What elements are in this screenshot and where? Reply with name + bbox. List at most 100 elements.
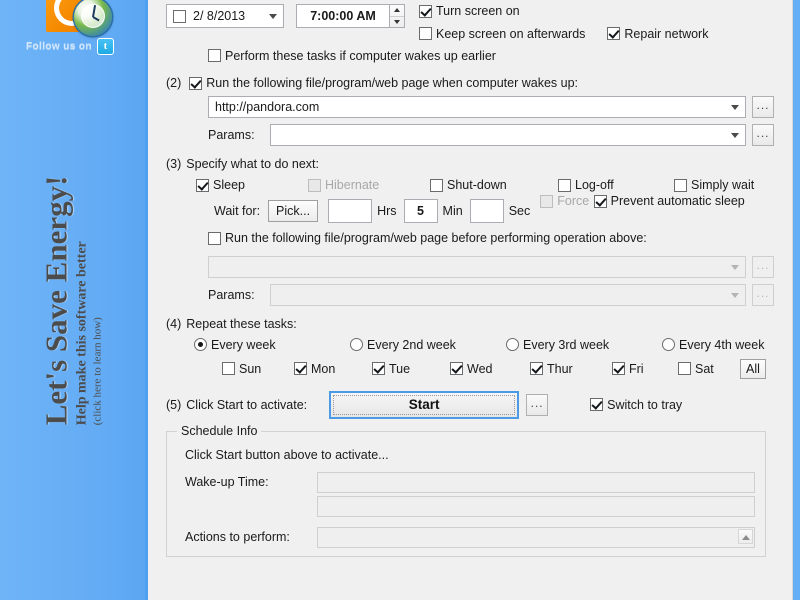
step2-enable-checkbox[interactable] bbox=[189, 76, 203, 90]
repair-network-checkbox[interactable] bbox=[607, 27, 621, 40]
step2-browse-button[interactable]: ... bbox=[752, 96, 774, 118]
day-thur-row[interactable]: Thur bbox=[530, 362, 612, 376]
action-simply-wait-row[interactable]: Simply wait bbox=[674, 178, 754, 192]
twitter-icon[interactable]: t bbox=[96, 38, 114, 55]
action-simply-wait-label: Simply wait bbox=[691, 178, 755, 192]
day-wed-checkbox[interactable] bbox=[450, 362, 463, 375]
chevron-down-icon[interactable] bbox=[269, 14, 277, 19]
action-sleep-row[interactable]: Sleep bbox=[196, 178, 308, 192]
start-button[interactable]: Start bbox=[329, 390, 520, 419]
repair-network-row[interactable]: Repair network bbox=[607, 27, 708, 41]
wait-pick-button[interactable]: Pick... bbox=[268, 200, 319, 222]
repeat-4th-week-label: Every 4th week bbox=[679, 337, 765, 352]
day-sat-row[interactable]: Sat bbox=[678, 362, 740, 376]
repeat-4th-week-radio[interactable] bbox=[662, 338, 675, 351]
action-logoff-checkbox[interactable] bbox=[558, 178, 571, 192]
step3-params-row: Params: ... bbox=[208, 283, 788, 306]
step3-prog-browse-button[interactable]: ... bbox=[752, 255, 774, 278]
repeat-every-week-row[interactable]: Every week bbox=[194, 338, 350, 352]
wait-hours-label: Hrs bbox=[377, 204, 397, 218]
run-before-row[interactable]: Run the following file/program/web page … bbox=[208, 231, 647, 245]
wakeup-time-info-row2 bbox=[185, 495, 755, 517]
save-energy-promo[interactable]: Let's Save Energy! Help make this softwa… bbox=[39, 131, 104, 431]
main-content: 2/ 8/2013 7:00:00 AM Turn screen on Keep… bbox=[148, 0, 800, 600]
action-logoff-row[interactable]: Log-off bbox=[558, 178, 674, 192]
turn-screen-on-checkbox[interactable] bbox=[419, 4, 432, 18]
prevent-sleep-row[interactable]: Prevent automatic sleep bbox=[593, 194, 745, 208]
day-sun-checkbox[interactable] bbox=[222, 362, 235, 375]
repeat-3rd-week-row[interactable]: Every 3rd week bbox=[506, 338, 662, 352]
day-wed-row[interactable]: Wed bbox=[450, 362, 530, 376]
chevron-down-icon[interactable] bbox=[731, 264, 739, 270]
action-hibernate-checkbox bbox=[308, 178, 321, 192]
step3-prog-combo[interactable] bbox=[208, 255, 746, 278]
day-sat-checkbox[interactable] bbox=[678, 362, 691, 375]
repeat-every-week-radio[interactable] bbox=[194, 338, 207, 351]
repair-network-label: Repair network bbox=[624, 26, 709, 41]
perform-if-earlier-checkbox[interactable] bbox=[208, 49, 221, 62]
perform-if-earlier-row[interactable]: Perform these tasks if computer wakes up… bbox=[208, 49, 496, 63]
step2-params-browse-button[interactable]: ... bbox=[752, 124, 774, 146]
keep-screen-on-checkbox[interactable] bbox=[419, 27, 432, 40]
action-simply-wait-checkbox[interactable] bbox=[674, 178, 687, 192]
wait-seconds-input[interactable] bbox=[469, 199, 504, 223]
day-sun-row[interactable]: Sun bbox=[222, 362, 294, 376]
force-checkbox bbox=[540, 194, 554, 208]
step2-params-combo[interactable] bbox=[270, 124, 746, 146]
step3-params-combo[interactable] bbox=[270, 283, 746, 306]
step4-number: (4) bbox=[166, 316, 182, 331]
weekday-row: Sun Mon Tue Wed Thur Fri Sat All bbox=[222, 358, 788, 379]
day-thur-checkbox[interactable] bbox=[530, 362, 543, 375]
switch-to-tray-row[interactable]: Switch to tray bbox=[590, 398, 682, 412]
chevron-down-icon[interactable] bbox=[731, 133, 739, 138]
wait-minutes-input[interactable]: 5 bbox=[403, 199, 438, 223]
repeat-2nd-week-radio[interactable] bbox=[350, 338, 363, 351]
step2-url-combo[interactable]: http://pandora.com bbox=[208, 96, 746, 118]
actions-info-label: Actions to perform: bbox=[185, 530, 290, 544]
time-spin-buttons[interactable] bbox=[390, 4, 405, 28]
follow-us-block[interactable]: Follow us on t bbox=[26, 38, 114, 55]
day-fri-row[interactable]: Fri bbox=[612, 362, 678, 376]
chevron-down-icon[interactable] bbox=[731, 292, 739, 298]
keep-screen-on-row[interactable]: Keep screen on afterwards bbox=[419, 27, 585, 41]
spin-up-icon[interactable] bbox=[390, 5, 404, 17]
action-shutdown-checkbox[interactable] bbox=[430, 178, 443, 192]
repeat-4th-week-row[interactable]: Every 4th week bbox=[662, 338, 764, 352]
day-tue-row[interactable]: Tue bbox=[372, 362, 450, 376]
day-mon-checkbox[interactable] bbox=[294, 362, 307, 375]
save-energy-link[interactable]: (click here to learn how) bbox=[91, 131, 103, 425]
repeat-2nd-week-row[interactable]: Every 2nd week bbox=[350, 338, 506, 352]
action-shutdown-row[interactable]: Shut-down bbox=[430, 178, 558, 192]
spin-down-icon[interactable] bbox=[390, 17, 404, 28]
sleep-extra-options: Force Prevent automatic sleep bbox=[540, 191, 745, 213]
wakeup-date-checkbox[interactable] bbox=[173, 9, 186, 23]
chevron-down-icon[interactable] bbox=[731, 105, 739, 110]
day-tue-checkbox[interactable] bbox=[372, 362, 385, 375]
action-hibernate-row: Hibernate bbox=[308, 178, 430, 192]
start-options-button[interactable]: ... bbox=[526, 393, 549, 416]
repeat-3rd-week-radio[interactable] bbox=[506, 338, 519, 351]
repeat-every-week-label: Every week bbox=[211, 337, 276, 352]
turn-screen-on-row[interactable]: Turn screen on bbox=[419, 4, 520, 18]
wakeup-time-spinner[interactable]: 7:00:00 AM bbox=[296, 4, 405, 28]
action-hibernate-label: Hibernate bbox=[325, 178, 380, 192]
step5-number: (5) bbox=[166, 397, 182, 412]
wakeup-time-value[interactable]: 7:00:00 AM bbox=[296, 4, 390, 28]
wait-for-row: Wait for: Pick... Hrs 5 Min Sec Force Pr… bbox=[214, 194, 788, 223]
day-fri-checkbox[interactable] bbox=[612, 362, 625, 375]
run-before-checkbox[interactable] bbox=[208, 231, 221, 245]
wakeup-time-info-value2 bbox=[316, 495, 755, 517]
day-mon-row[interactable]: Mon bbox=[294, 362, 372, 376]
step5-title: Click Start to activate: bbox=[186, 397, 308, 412]
action-sleep-checkbox[interactable] bbox=[196, 178, 209, 192]
step3-title: Specify what to do next: bbox=[186, 157, 319, 171]
step3-params-browse-button[interactable]: ... bbox=[752, 283, 774, 306]
wakeup-date-combo[interactable]: 2/ 8/2013 bbox=[166, 4, 284, 28]
wait-hours-input[interactable] bbox=[328, 199, 373, 223]
select-all-days-button[interactable]: All bbox=[740, 358, 766, 379]
wakeup-date-value: 2/ 8/2013 bbox=[193, 9, 246, 23]
scroll-up-icon[interactable] bbox=[738, 528, 753, 544]
perform-if-earlier-label: Perform these tasks if computer wakes up… bbox=[225, 48, 496, 63]
prevent-sleep-checkbox[interactable] bbox=[593, 194, 607, 208]
switch-to-tray-checkbox[interactable] bbox=[590, 398, 604, 411]
